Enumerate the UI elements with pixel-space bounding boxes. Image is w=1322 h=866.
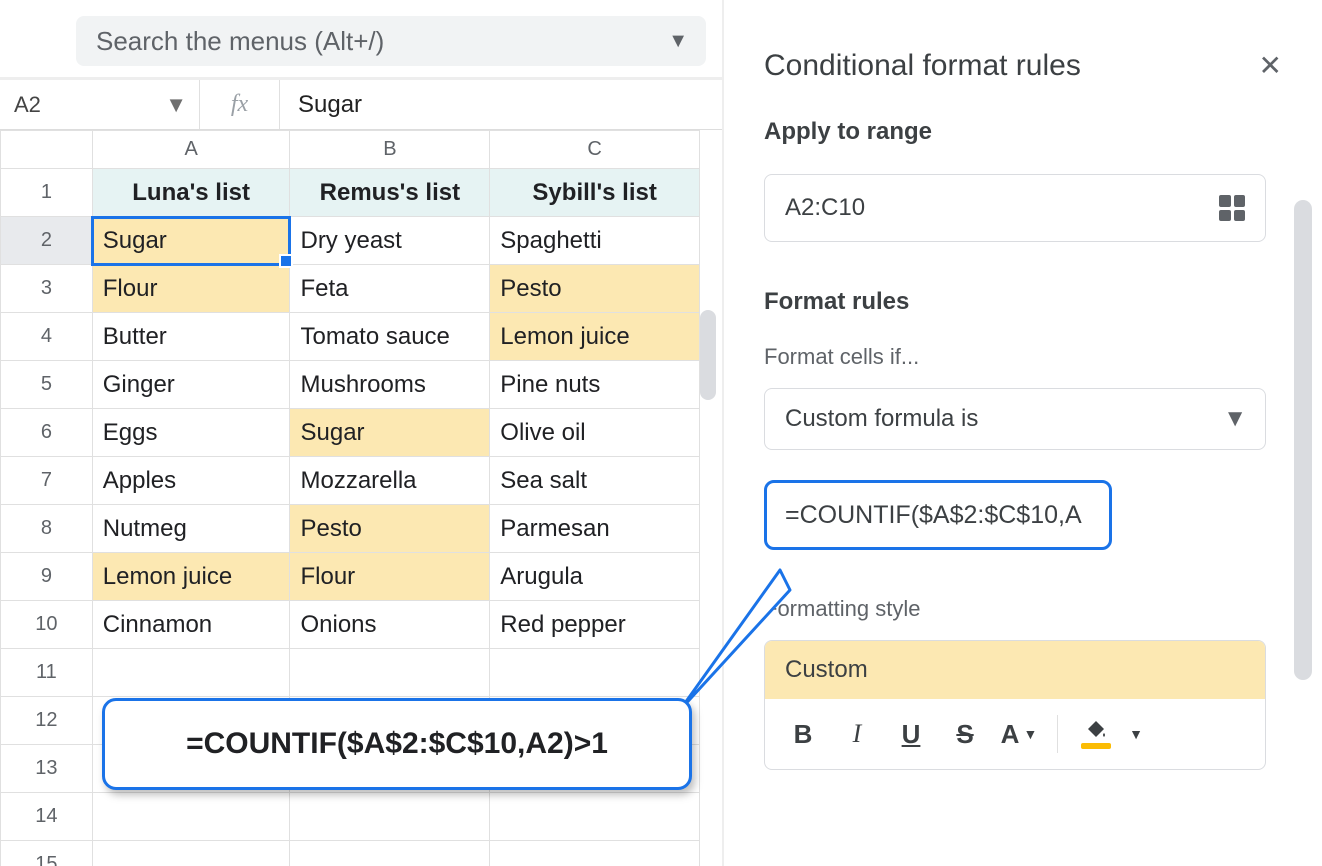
vertical-scrollbar[interactable] [700,310,716,400]
cell[interactable] [290,841,490,866]
row-header[interactable]: 4 [1,313,93,361]
cell[interactable]: Eggs [92,409,290,457]
cell[interactable] [490,649,700,697]
row-header[interactable]: 10 [1,601,93,649]
bold-button[interactable]: B [779,710,827,758]
formatting-style-box: Custom B I U S A▼ ▼ [764,640,1266,770]
cell[interactable] [92,793,290,841]
cell[interactable]: Cinnamon [92,601,290,649]
formula-callout-text: =COUNTIF($A$2:$C$10,A2)>1 [186,727,608,761]
cell[interactable]: Parmesan [490,505,700,553]
row-header[interactable]: 7 [1,457,93,505]
cell[interactable]: Lemon juice [490,313,700,361]
cell[interactable]: Olive oil [490,409,700,457]
cell[interactable] [92,841,290,866]
cell[interactable]: Flour [290,553,490,601]
select-all-corner[interactable] [1,131,93,169]
apply-to-range-label: Apply to range [764,118,1266,146]
chevron-down-icon: ▼ [1223,405,1247,433]
row-header[interactable]: 1 [1,169,93,217]
cell[interactable]: Butter [92,313,290,361]
range-input[interactable]: A2:C10 [764,174,1266,242]
cell[interactable]: Sea salt [490,457,700,505]
cell[interactable]: Red pepper [490,601,700,649]
paint-bucket-icon [1084,719,1108,739]
panel-title: Conditional format rules [764,49,1081,83]
cell[interactable]: Tomato sauce [290,313,490,361]
select-range-icon[interactable] [1219,195,1245,221]
cell[interactable]: Dry yeast [290,217,490,265]
name-box[interactable]: A2 ▼ [0,80,200,129]
column-header[interactable]: C [490,131,700,169]
format-cells-if-label: Format cells if... [764,344,1266,370]
cell-selected[interactable]: Sugar [92,217,290,265]
format-rules-label: Format rules [764,288,1266,316]
chevron-down-icon: ▼ [668,30,688,53]
cell[interactable] [490,793,700,841]
row-header[interactable]: 3 [1,265,93,313]
style-preview[interactable]: Custom [765,641,1265,699]
panel-scrollbar[interactable] [1294,200,1312,680]
cell[interactable]: Sugar [290,409,490,457]
close-icon[interactable]: ✕ [1259,52,1282,80]
cell[interactable]: Arugula [490,553,700,601]
cell[interactable]: Pine nuts [490,361,700,409]
cell[interactable] [490,841,700,866]
italic-button[interactable]: I [833,710,881,758]
text-color-button[interactable]: A▼ [995,710,1043,758]
cell[interactable]: Feta [290,265,490,313]
condition-select[interactable]: Custom formula is ▼ [764,388,1266,450]
row-header[interactable]: 11 [1,649,93,697]
row-header[interactable]: 9 [1,553,93,601]
cell[interactable]: Nutmeg [92,505,290,553]
cell[interactable] [290,649,490,697]
fill-color-dropdown[interactable]: ▼ [1126,710,1146,758]
strikethrough-button[interactable]: S [941,710,989,758]
underline-button[interactable]: U [887,710,935,758]
menu-search-placeholder: Search the menus (Alt+/) [96,26,384,57]
fill-color-button[interactable] [1072,710,1120,758]
row-header[interactable]: 14 [1,793,93,841]
cell[interactable]: Mozzarella [290,457,490,505]
cell[interactable]: Apples [92,457,290,505]
cell[interactable] [290,793,490,841]
cell[interactable]: Onions [290,601,490,649]
cell[interactable] [92,649,290,697]
cell[interactable]: Mushrooms [290,361,490,409]
cell[interactable]: Sybill's list [490,169,700,217]
formula-bar-value: Sugar [298,91,362,119]
fx-icon: fx [200,80,280,129]
column-header[interactable]: A [92,131,290,169]
range-value: A2:C10 [785,194,865,222]
row-header[interactable]: 13 [1,745,93,793]
column-header[interactable]: B [290,131,490,169]
cell[interactable]: Pesto [290,505,490,553]
cell[interactable]: Pesto [490,265,700,313]
conditional-format-panel: Conditional format rules ✕ Apply to rang… [724,0,1322,866]
row-header[interactable]: 6 [1,409,93,457]
row-header[interactable]: 5 [1,361,93,409]
cell[interactable]: Spaghetti [490,217,700,265]
row-header[interactable]: 12 [1,697,93,745]
cell[interactable]: Remus's list [290,169,490,217]
row-header[interactable]: 15 [1,841,93,866]
separator [1057,715,1058,753]
custom-formula-value: =COUNTIF($A$2:$C$10,A [785,501,1082,530]
cell[interactable]: Ginger [92,361,290,409]
custom-formula-input[interactable]: =COUNTIF($A$2:$C$10,A [764,480,1112,550]
formatting-style-label: Formatting style [764,596,1266,622]
row-header[interactable]: 2 [1,217,93,265]
condition-value: Custom formula is [785,405,978,433]
name-box-value: A2 [14,92,41,118]
cell[interactable]: Luna's list [92,169,290,217]
cell[interactable]: Flour [92,265,290,313]
menu-search[interactable]: Search the menus (Alt+/) ▼ [76,16,706,66]
cell[interactable]: Lemon juice [92,553,290,601]
chevron-down-icon: ▼ [165,92,187,118]
formula-callout: =COUNTIF($A$2:$C$10,A2)>1 [102,698,692,790]
row-header[interactable]: 8 [1,505,93,553]
